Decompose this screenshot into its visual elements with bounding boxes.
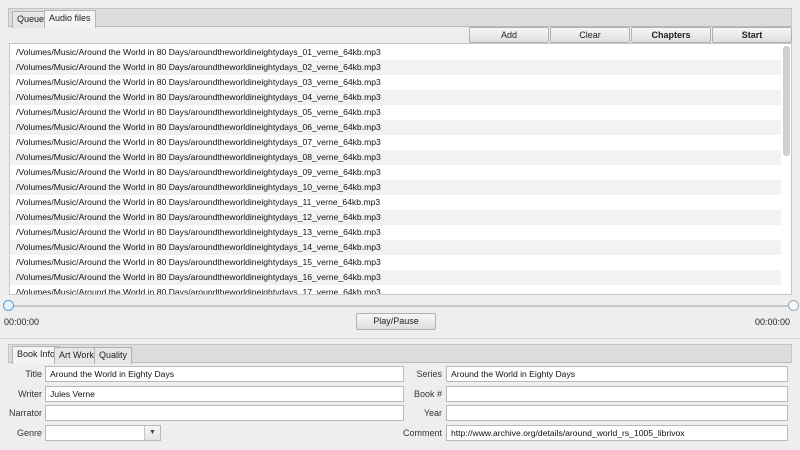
list-item[interactable]: /Volumes/Music/Around the World in 80 Da… (10, 240, 781, 255)
elapsed-time: 00:00:00 (4, 317, 40, 327)
comment-field[interactable]: http://www.archive.org/details/around_wo… (446, 425, 788, 441)
list-item[interactable]: /Volumes/Music/Around the World in 80 Da… (10, 90, 781, 105)
seek-slider-track[interactable] (12, 305, 788, 307)
tab-book-info[interactable]: Book Info (12, 346, 61, 364)
list-item[interactable]: /Volumes/Music/Around the World in 80 Da… (10, 285, 781, 294)
file-rows: /Volumes/Music/Around the World in 80 Da… (10, 45, 781, 294)
list-item[interactable]: /Volumes/Music/Around the World in 80 Da… (10, 165, 781, 180)
genre-combobox[interactable]: ▼ (45, 425, 161, 441)
narrator-label: Narrator (8, 408, 42, 418)
audio-file-list[interactable]: /Volumes/Music/Around the World in 80 Da… (9, 43, 792, 295)
list-item[interactable]: /Volumes/Music/Around the World in 80 Da… (10, 150, 781, 165)
writer-label: Writer (18, 389, 42, 399)
series-field[interactable]: Around the World in Eighty Days (446, 366, 788, 382)
series-label: Series (416, 369, 442, 379)
clear-button[interactable]: Clear (550, 27, 630, 43)
list-item[interactable]: /Volumes/Music/Around the World in 80 Da… (10, 45, 781, 60)
bottom-tabbar: Book Info Art Work Quality (8, 344, 792, 364)
writer-field[interactable]: Jules Verne (45, 386, 404, 402)
chapters-button[interactable]: Chapters (631, 27, 711, 43)
top-tabbar: Queue Audio files (8, 8, 792, 28)
comment-label: Comment (402, 428, 442, 438)
list-item[interactable]: /Volumes/Music/Around the World in 80 Da… (10, 195, 781, 210)
start-button[interactable]: Start (712, 27, 792, 43)
list-item[interactable]: /Volumes/Music/Around the World in 80 Da… (10, 255, 781, 270)
add-button[interactable]: Add (469, 27, 549, 43)
list-item[interactable]: /Volumes/Music/Around the World in 80 Da… (10, 105, 781, 120)
year-field[interactable] (446, 405, 788, 421)
chevron-down-icon[interactable]: ▼ (144, 426, 160, 440)
total-time: 00:00:00 (755, 317, 791, 327)
title-label: Title (25, 369, 42, 379)
tab-audio-files[interactable]: Audio files (44, 10, 96, 28)
narrator-field[interactable] (45, 405, 404, 421)
seek-slider-thumb[interactable] (3, 300, 14, 311)
book-number-field[interactable] (446, 386, 788, 402)
section-divider (0, 338, 800, 339)
genre-label: Genre (16, 428, 42, 438)
list-item[interactable]: /Volumes/Music/Around the World in 80 Da… (10, 225, 781, 240)
list-item[interactable]: /Volumes/Music/Around the World in 80 Da… (10, 120, 781, 135)
list-item[interactable]: /Volumes/Music/Around the World in 80 Da… (10, 135, 781, 150)
list-item[interactable]: /Volumes/Music/Around the World in 80 Da… (10, 270, 781, 285)
tab-quality[interactable]: Quality (94, 347, 133, 364)
list-item[interactable]: /Volumes/Music/Around the World in 80 Da… (10, 60, 781, 75)
list-item[interactable]: /Volumes/Music/Around the World in 80 Da… (10, 75, 781, 90)
title-field[interactable]: Around the World in Eighty Days (45, 366, 404, 382)
year-label: Year (423, 408, 442, 418)
list-scrollbar[interactable] (783, 46, 790, 156)
list-item[interactable]: /Volumes/Music/Around the World in 80 Da… (10, 180, 781, 195)
seek-slider-end-thumb[interactable] (788, 300, 799, 311)
book-number-label: Book # (413, 389, 442, 399)
play-pause-button[interactable]: Play/Pause (356, 313, 436, 330)
tab-art-work[interactable]: Art Work (54, 347, 99, 364)
list-item[interactable]: /Volumes/Music/Around the World in 80 Da… (10, 210, 781, 225)
